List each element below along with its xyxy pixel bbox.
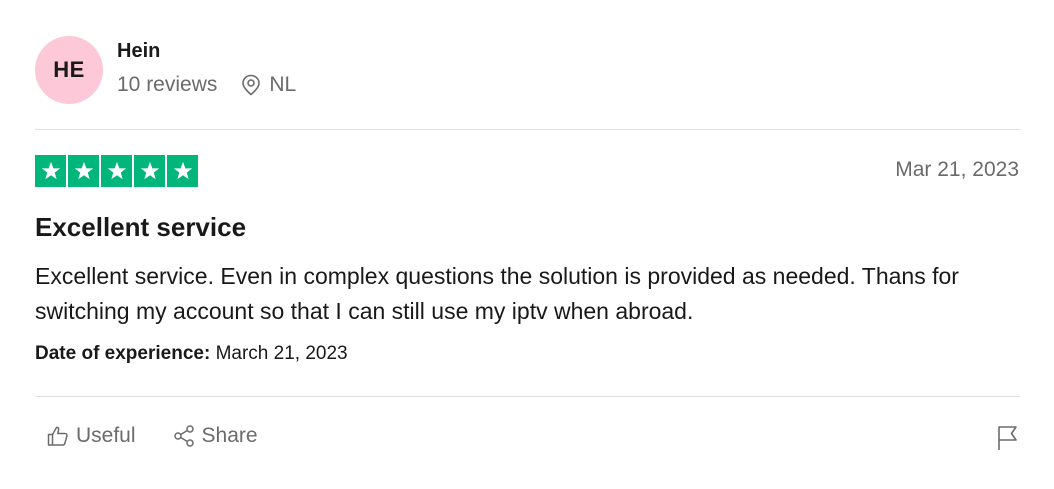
review-count: 10 reviews — [117, 73, 218, 96]
flag-icon — [998, 426, 1017, 450]
date-of-experience: Date of experience: March 21, 2023 — [35, 343, 348, 365]
review-actions: Useful Share — [46, 424, 294, 448]
star-icon — [68, 155, 99, 187]
reviewer-meta: 10 reviews NL — [117, 73, 296, 97]
review-date: Mar 21, 2023 — [895, 158, 1019, 181]
experience-date: March 21, 2023 — [215, 343, 348, 364]
star-icon — [35, 155, 66, 187]
avatar[interactable]: HE — [35, 36, 103, 104]
share-label: Share — [201, 424, 258, 447]
star-rating — [35, 155, 198, 187]
useful-button[interactable]: Useful — [46, 424, 136, 448]
reviewer-name[interactable]: Hein — [117, 40, 160, 63]
review-title[interactable]: Excellent service — [35, 212, 246, 243]
star-icon — [134, 155, 165, 187]
useful-label: Useful — [76, 424, 136, 447]
footer-divider — [35, 396, 1020, 397]
header-divider — [35, 129, 1020, 130]
report-button[interactable] — [996, 424, 1020, 457]
star-icon — [167, 155, 198, 187]
thumbs-up-icon — [47, 426, 68, 446]
share-button[interactable]: Share — [172, 424, 258, 448]
location-pin-icon — [241, 74, 261, 96]
star-icon — [101, 155, 132, 187]
reviewer-location: NL — [269, 73, 297, 96]
share-icon — [173, 425, 194, 447]
experience-label: Date of experience: — [35, 343, 211, 364]
review-card: HE Hein 10 reviews NL Mar 21, 2023 Excel… — [0, 0, 1054, 489]
avatar-initials: HE — [53, 57, 85, 82]
review-body: Excellent service. Even in complex quest… — [35, 263, 959, 324]
